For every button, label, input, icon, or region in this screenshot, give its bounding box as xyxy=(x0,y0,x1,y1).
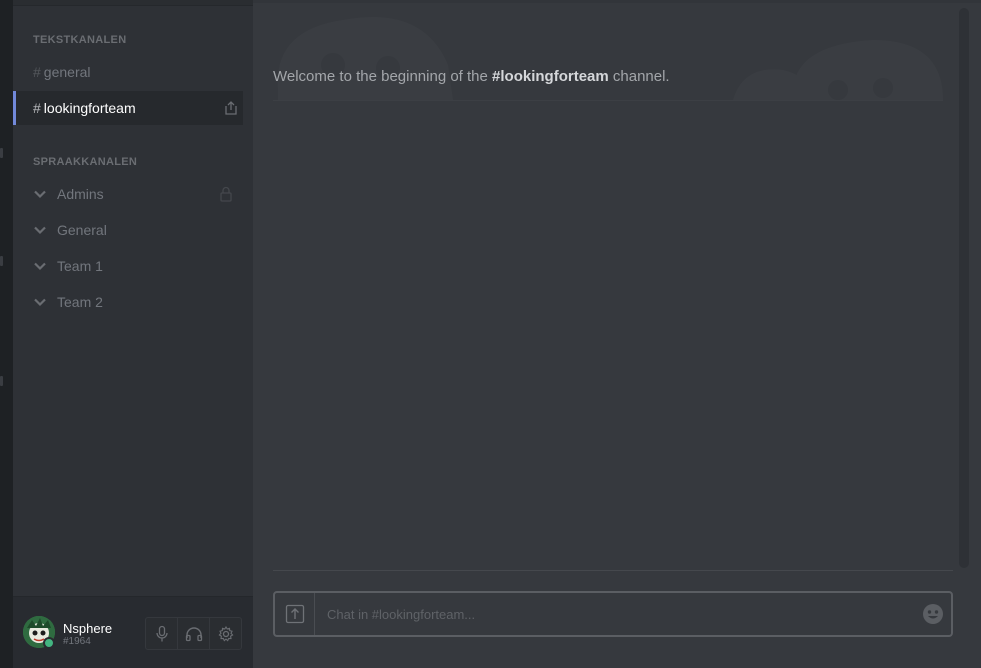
online-status-icon xyxy=(43,637,55,649)
chevron-down-icon xyxy=(34,298,46,307)
welcome-suffix: channel. xyxy=(608,68,670,85)
edge-mark xyxy=(0,148,3,158)
voice-channel-team-1[interactable]: Team 1 xyxy=(13,251,253,281)
channel-name: lookingforteam xyxy=(43,100,136,116)
chat-area: Welcome to the beginning of the #looking… xyxy=(253,0,981,668)
voice-channel-label: Admins xyxy=(57,186,104,202)
user-discriminator: #1964 xyxy=(63,636,91,647)
channel-hash-icon: # xyxy=(33,64,41,80)
chevron-down-icon xyxy=(34,226,46,235)
lock-icon xyxy=(220,186,232,202)
composer-divider xyxy=(273,570,953,571)
upload-button[interactable] xyxy=(275,593,315,635)
chevron-down-icon xyxy=(34,190,46,199)
upload-icon xyxy=(285,604,304,624)
channel-item-general[interactable]: # general xyxy=(13,55,253,89)
text-channels-header[interactable]: TEKSTKANALEN xyxy=(33,34,126,46)
welcome-prefix: Welcome to the beginning of the xyxy=(273,68,493,85)
emoji-icon xyxy=(923,604,943,624)
deafen-button[interactable] xyxy=(178,618,210,649)
channel-sidebar: TEKSTKANALEN # general # lookingforteam … xyxy=(13,0,253,668)
message-composer xyxy=(273,591,953,637)
gear-icon xyxy=(218,625,233,642)
invite-icon[interactable] xyxy=(223,100,239,116)
channel-hash-icon: # xyxy=(33,100,41,116)
user-panel: Nsphere #1964 xyxy=(13,596,253,668)
voice-channel-label: Team 1 xyxy=(57,258,103,274)
channel-welcome-message: Welcome to the beginning of the #looking… xyxy=(273,68,670,85)
channel-name: general xyxy=(43,64,91,80)
welcome-channel-name: #lookingforteam xyxy=(492,68,609,85)
voice-channel-admins[interactable]: Admins xyxy=(13,179,253,209)
chat-input[interactable] xyxy=(315,594,915,634)
voice-channel-team-2[interactable]: Team 2 xyxy=(13,287,253,317)
window-edge xyxy=(0,0,13,668)
channel-header-art xyxy=(277,17,943,100)
edge-mark xyxy=(0,376,3,386)
sidebar-top-border xyxy=(13,0,253,6)
emoji-button[interactable] xyxy=(915,594,951,634)
voice-controls xyxy=(145,617,242,650)
message-scrollbar[interactable] xyxy=(959,8,969,568)
chevron-down-icon xyxy=(34,262,46,271)
voice-channel-label: Team 2 xyxy=(57,294,103,310)
mute-button[interactable] xyxy=(146,618,178,649)
voice-channel-general[interactable]: General xyxy=(13,215,253,245)
microphone-icon xyxy=(155,625,168,641)
headphones-icon xyxy=(185,626,202,641)
username: Nsphere xyxy=(63,621,113,636)
welcome-divider xyxy=(273,100,943,101)
edge-mark xyxy=(0,256,3,266)
voice-channel-label: General xyxy=(57,222,107,238)
chat-top-border xyxy=(253,0,981,3)
user-settings-button[interactable] xyxy=(210,618,241,649)
voice-channels-header[interactable]: SPRAAKKANALEN xyxy=(33,156,137,168)
channel-item-lookingforteam[interactable]: # lookingforteam xyxy=(13,91,243,125)
